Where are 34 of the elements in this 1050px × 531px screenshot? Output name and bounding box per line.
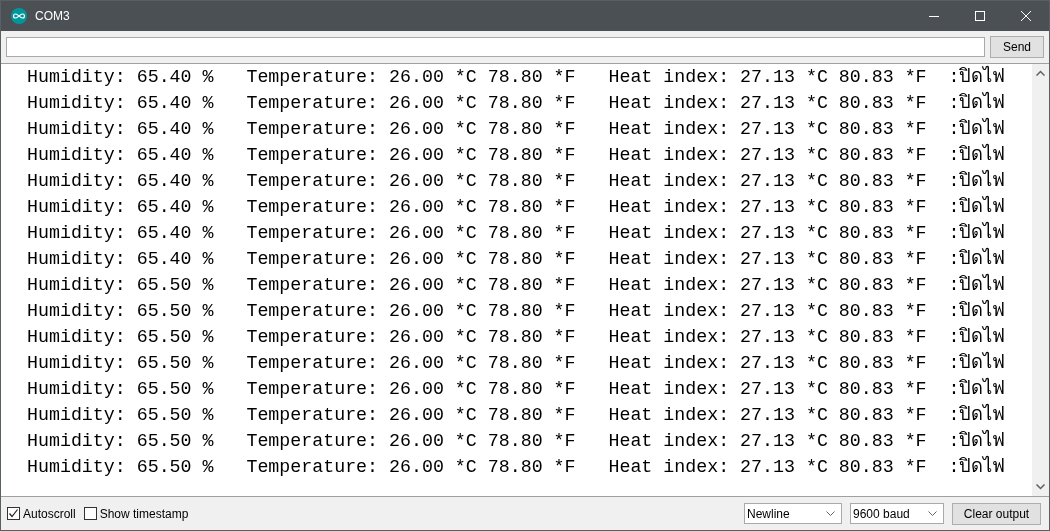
console-line: Humidity: 65.50 % Temperature: 26.00 *C 78.80 *F Heat index: 27.13 *C 80.83 *F :ปิดไฟ <box>27 298 1007 323</box>
console-line: Humidity: 65.40 % Temperature: 26.00 *C 78.80 *F Heat index: 27.13 *C 80.83 *F :ปิดไฟ <box>27 142 1007 167</box>
line-ending-dropdown[interactable]: Newline <box>744 503 842 524</box>
console-line: Humidity: 65.40 % Temperature: 26.00 *C 78.80 *F Heat index: 27.13 *C 80.83 *F :ปิดไฟ <box>27 90 1007 115</box>
console-line: Humidity: 65.50 % Temperature: 26.00 *C 78.80 *F Heat index: 27.13 *C 80.83 *F :ปิดไฟ <box>27 402 1007 427</box>
console-line: Humidity: 65.40 % Temperature: 26.00 *C 78.80 *F Heat index: 27.13 *C 80.83 *F :ปิดไฟ <box>27 64 1007 89</box>
checkbox-label: Autoscroll <box>23 506 76 521</box>
console-line: Humidity: 65.50 % Temperature: 26.00 *C 78.80 *F Heat index: 27.13 *C 80.83 *F :ปิดไฟ <box>27 324 1007 349</box>
checkbox-label: Show timestamp <box>99 506 189 521</box>
checkbox[interactable] <box>83 507 97 520</box>
infinity-logo-icon <box>11 8 27 24</box>
baud-rate-dropdown[interactable]: 9600 baud <box>850 503 944 524</box>
clear-output-button[interactable]: Clear output <box>952 502 1041 525</box>
console-line: Humidity: 65.40 % Temperature: 26.00 *C 78.80 *F Heat index: 27.13 *C 80.83 *F :ปิดไฟ <box>27 220 1007 245</box>
scroll-up-icon[interactable] <box>1036 70 1045 76</box>
console-line: Humidity: 65.50 % Temperature: 26.00 *C 78.80 *F Heat index: 27.13 *C 80.83 *F :ปิดไฟ <box>27 376 1007 401</box>
window-title: COM3 <box>35 9 71 23</box>
scrollbar[interactable] <box>1032 64 1049 496</box>
console-line: Humidity: 65.50 % Temperature: 26.00 *C 78.80 *F Heat index: 27.13 *C 80.83 *F :ปิดไฟ <box>27 454 1007 479</box>
console-line: Humidity: 65.50 % Temperature: 26.00 *C 78.80 *F Heat index: 27.13 *C 80.83 *F :ปิดไฟ <box>27 272 1007 297</box>
console-line: Humidity: 65.40 % Temperature: 26.00 *C 78.80 *F Heat index: 27.13 *C 80.83 *F :ปิดไฟ <box>27 246 1007 271</box>
scroll-down-icon[interactable] <box>1036 484 1045 490</box>
close-icon[interactable] <box>1021 11 1031 21</box>
caret-icon <box>928 511 937 516</box>
send-button[interactable]: Send <box>990 36 1044 58</box>
message-input-field[interactable] <box>6 37 985 57</box>
maximize-icon[interactable] <box>975 11 985 21</box>
console-line: Humidity: 65.50 % Temperature: 26.00 *C 78.80 *F Heat index: 27.13 *C 80.83 *F :ปิดไฟ <box>27 428 1007 453</box>
console-line: Humidity: 65.50 % Temperature: 26.00 *C 78.80 *F Heat index: 27.13 *C 80.83 *F :ปิดไฟ <box>27 350 1007 375</box>
console-line: Humidity: 65.40 % Temperature: 26.00 *C 78.80 *F Heat index: 27.13 *C 80.83 *F :ปิดไฟ <box>27 116 1007 141</box>
console-line: Humidity: 65.40 % Temperature: 26.00 *C 78.80 *F Heat index: 27.13 *C 80.83 *F :ปิดไฟ <box>27 168 1007 193</box>
checkbox[interactable] <box>7 507 20 520</box>
console-line: Humidity: 65.40 % Temperature: 26.00 *C 78.80 *F Heat index: 27.13 *C 80.83 *F :ปิดไฟ <box>27 194 1007 219</box>
caret-icon <box>826 511 835 516</box>
